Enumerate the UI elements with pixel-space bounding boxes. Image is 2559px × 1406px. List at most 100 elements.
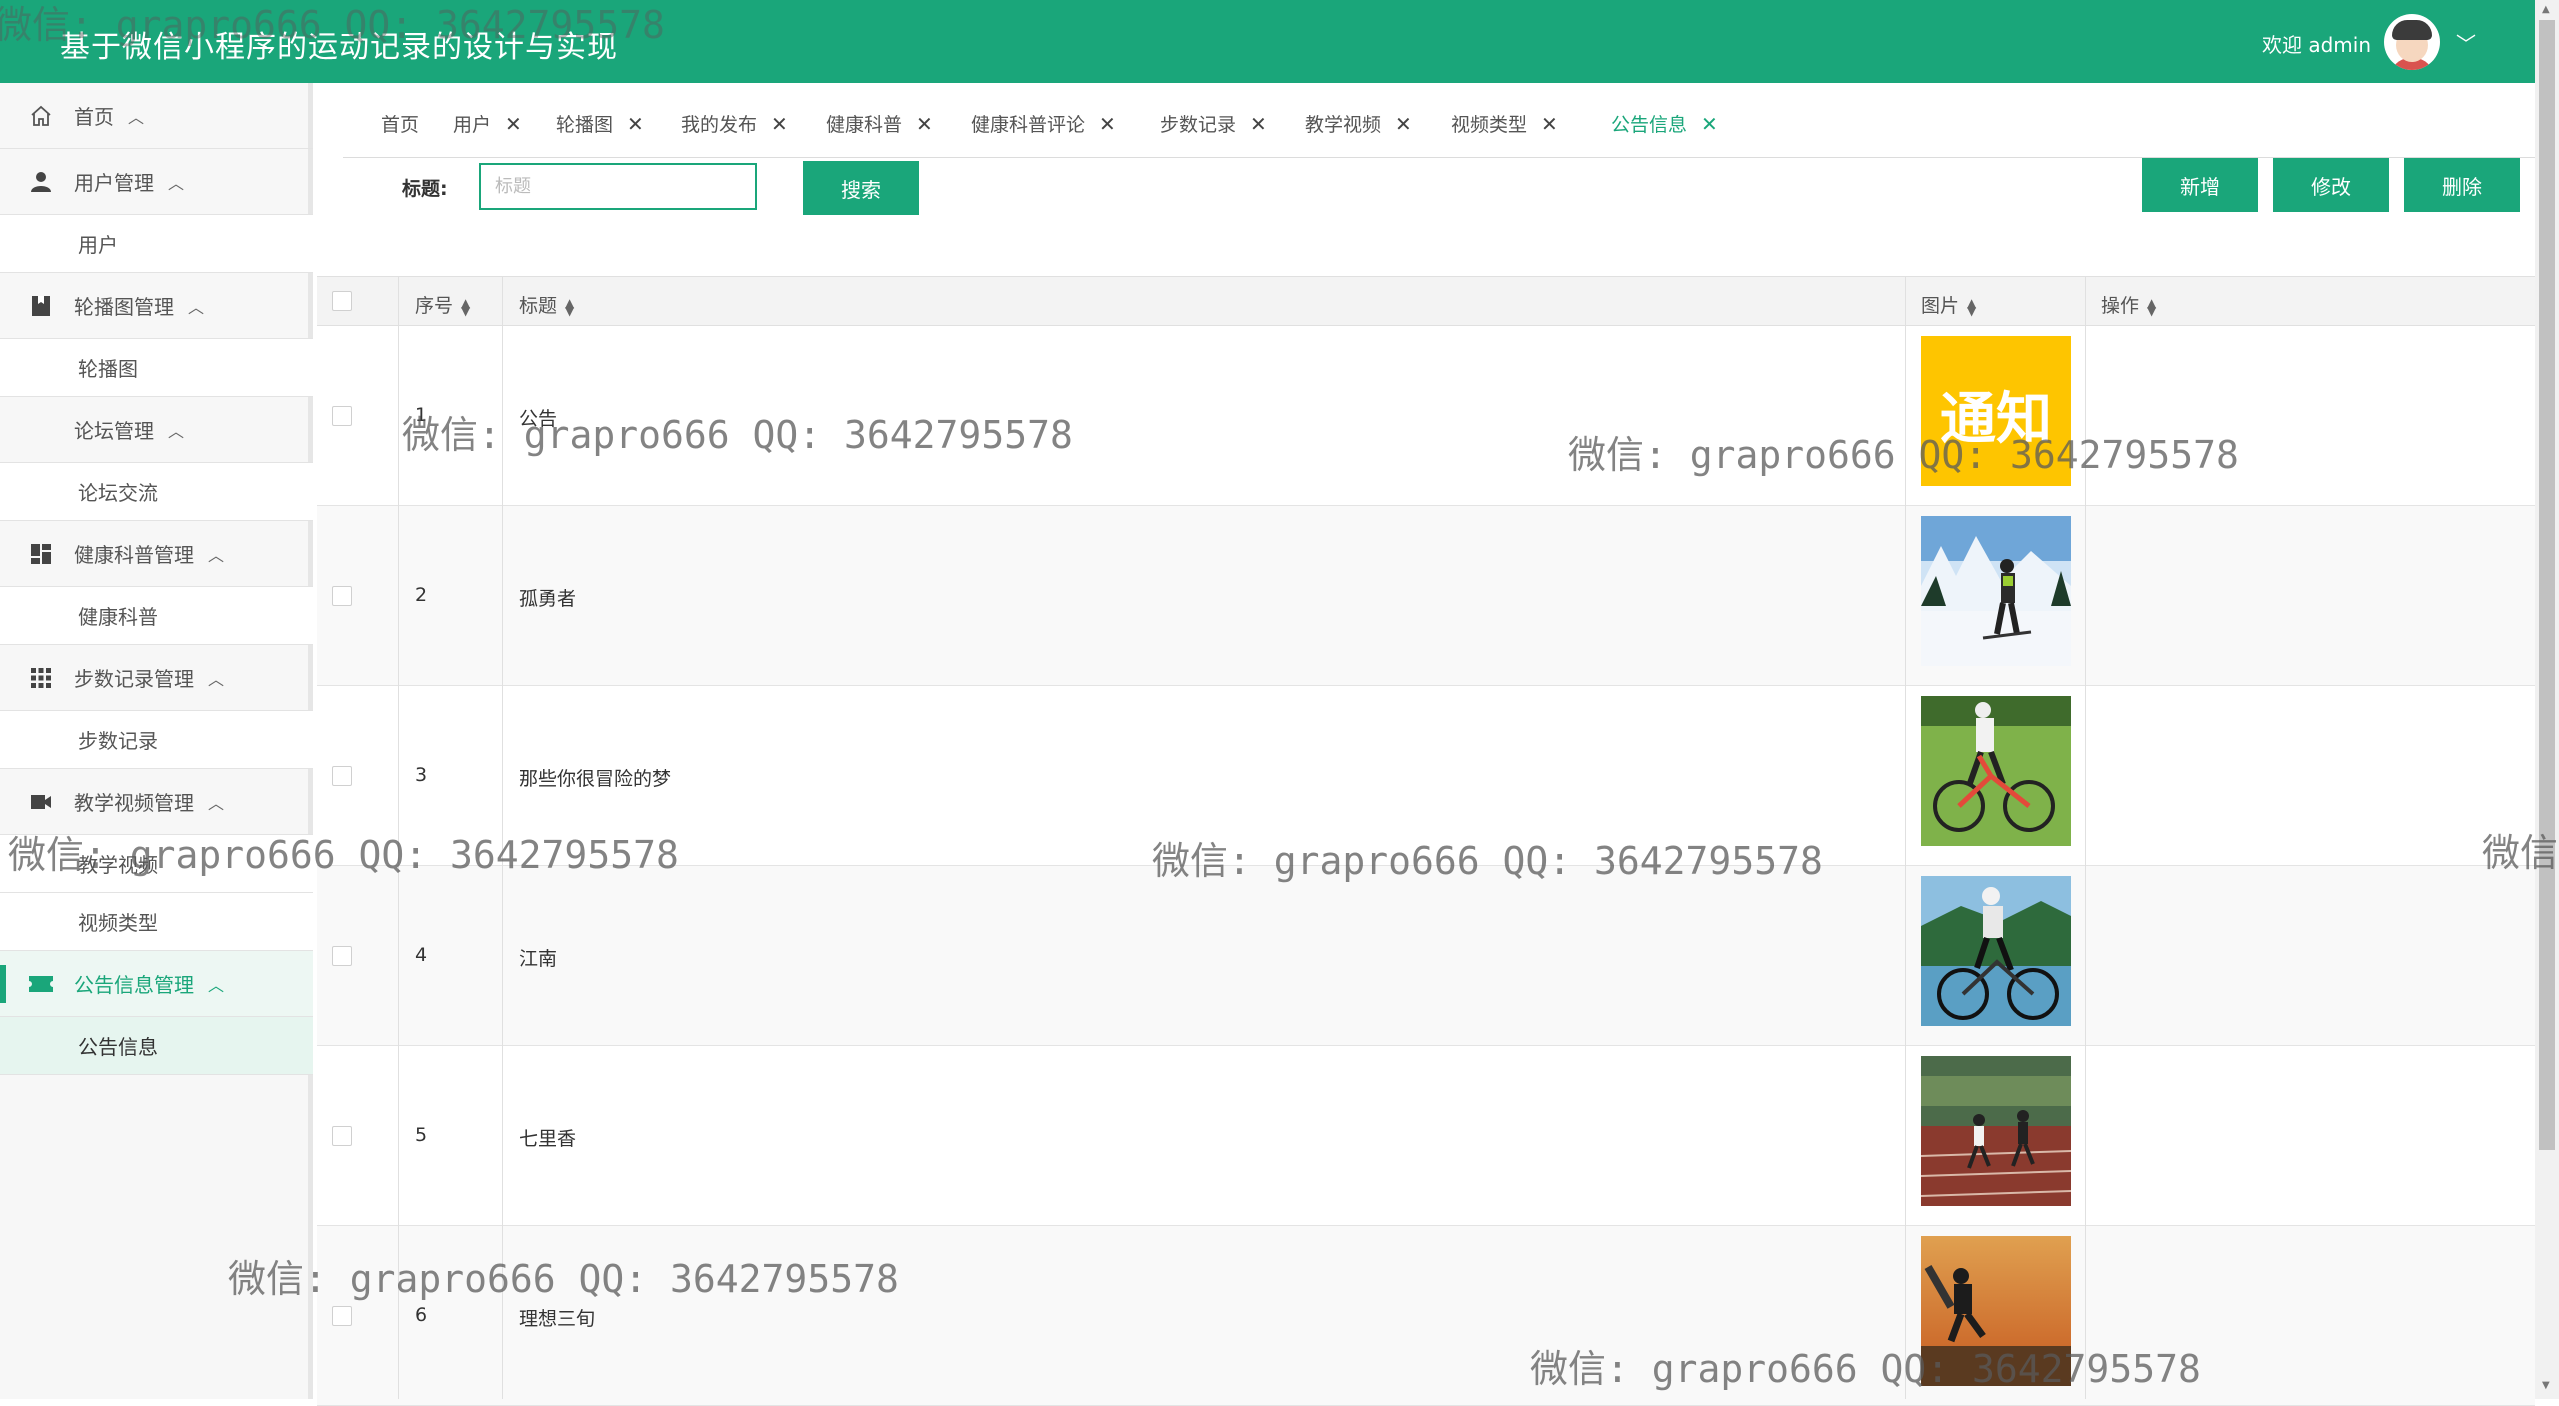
sidebar-item-carousel-management[interactable]: 轮播图管理 ︿ <box>0 273 313 339</box>
delete-button[interactable]: 删除 <box>2404 158 2520 212</box>
close-icon[interactable]: ✕ <box>1701 112 1718 136</box>
column-header-operation[interactable]: 操作 ▲ ▼ <box>2101 291 2156 318</box>
row-title: 理想三旬 <box>519 1308 596 1330</box>
close-icon[interactable]: ✕ <box>1541 112 1558 136</box>
table-row[interactable]: 3 那些你很冒险的梦 <box>317 686 2535 866</box>
row-checkbox[interactable] <box>332 586 352 606</box>
add-button[interactable]: 新增 <box>2142 158 2258 212</box>
close-icon[interactable]: ✕ <box>505 112 522 136</box>
row-checkbox[interactable] <box>332 406 352 426</box>
sidebar-subitem-teaching-video[interactable]: 教学视频 <box>0 835 313 893</box>
close-icon[interactable]: ✕ <box>1395 112 1412 136</box>
search-button[interactable]: 搜索 <box>803 161 919 215</box>
table-header: 序号 ▲ ▼ 标题 ▲ ▼ 图片 ▲ ▼ 操作 ▲ ▼ <box>317 276 2535 326</box>
road-bike-photo <box>1921 876 2071 1026</box>
close-icon[interactable]: ✕ <box>916 112 933 136</box>
tab-notice[interactable]: 公告信息 ✕ <box>1611 110 1718 137</box>
tab-my-posts[interactable]: 我的发布 ✕ <box>681 110 788 137</box>
row-checkbox[interactable] <box>332 766 352 786</box>
row-checkbox[interactable] <box>332 1126 352 1146</box>
sidebar-item-forum-management[interactable]: 论坛管理 ︿ <box>0 397 313 463</box>
search-label: 标题: <box>402 178 448 200</box>
image-text: 通知 <box>1940 385 2052 452</box>
chevron-down-icon[interactable]: ﹀ <box>2456 28 2476 57</box>
tab-health[interactable]: 健康科普 ✕ <box>826 110 933 137</box>
row-title: 公告 <box>519 408 558 430</box>
skiing-photo <box>1921 516 2071 666</box>
close-icon[interactable]: ✕ <box>1099 112 1116 136</box>
sidebar-item-label: 步数记录管理 <box>74 667 194 691</box>
table-row[interactable]: 1 公告 通知 <box>317 326 2535 506</box>
sort-icon[interactable]: ▲ ▼ <box>565 297 574 317</box>
chevron-up-icon: ︿ <box>128 107 145 127</box>
sort-icon[interactable]: ▲ ▼ <box>461 297 470 317</box>
app-title: 基于微信小程序的运动记录的设计与实现 <box>60 30 618 65</box>
top-header: 基于微信小程序的运动记录的设计与实现 欢迎 admin ﹀ <box>0 0 2535 83</box>
tab-home[interactable]: 首页 <box>381 110 419 137</box>
sidebar-item-label: 公告信息管理 <box>74 973 194 997</box>
sidebar-item-notice-management[interactable]: 公告信息管理 ︿ <box>0 951 313 1017</box>
close-icon[interactable]: ✕ <box>771 112 788 136</box>
chevron-up-icon: ︿ <box>188 297 205 317</box>
page-scrollbar[interactable]: ▲ ▼ <box>2535 0 2559 1399</box>
track-running-photo <box>1921 1056 2071 1206</box>
row-checkbox[interactable] <box>332 946 352 966</box>
skateboard-photo <box>1921 1236 2071 1386</box>
sidebar-subitem-notice[interactable]: 公告信息 <box>0 1017 313 1075</box>
column-header-image[interactable]: 图片 ▲ ▼ <box>1921 291 1976 318</box>
sidebar-subitem-users[interactable]: 用户 <box>0 215 313 273</box>
edit-button[interactable]: 修改 <box>2273 158 2389 212</box>
video-icon <box>28 789 54 815</box>
sort-icon[interactable]: ▲ ▼ <box>2147 297 2156 317</box>
row-index: 4 <box>415 944 428 966</box>
row-index: 2 <box>415 584 428 606</box>
sidebar-item-video-management[interactable]: 教学视频管理 ︿ <box>0 769 313 835</box>
tab-video-type[interactable]: 视频类型 ✕ <box>1451 110 1558 137</box>
sort-icon[interactable]: ▲ ▼ <box>1967 297 1976 317</box>
bookmark-icon <box>28 293 54 319</box>
column-header-index[interactable]: 序号 ▲ ▼ <box>415 291 470 318</box>
chevron-up-icon: ︿ <box>208 545 225 565</box>
sidebar-subitem-forum[interactable]: 论坛交流 <box>0 463 313 521</box>
sidebar: 首页 ︿ 用户管理 ︿ 用户 轮播图管理 ︿ 轮播图 论坛管理 ︿ 论坛交流 健… <box>0 83 313 1399</box>
tab-teaching-video[interactable]: 教学视频 ✕ <box>1305 110 1412 137</box>
table-row[interactable]: 5 七里香 <box>317 1046 2535 1226</box>
sidebar-item-steps-management[interactable]: 步数记录管理 ︿ <box>0 645 313 711</box>
close-icon[interactable]: ✕ <box>1250 112 1267 136</box>
tab-steps[interactable]: 步数记录 ✕ <box>1160 110 1267 137</box>
row-index: 1 <box>415 404 428 426</box>
sidebar-item-label: 教学视频管理 <box>74 791 194 815</box>
chevron-up-icon: ︿ <box>208 975 225 995</box>
tab-health-comments[interactable]: 健康科普评论 ✕ <box>971 110 1116 137</box>
row-title: 孤勇者 <box>519 588 577 610</box>
sidebar-item-label: 论坛管理 <box>74 419 154 443</box>
row-checkbox[interactable] <box>332 1306 352 1326</box>
table-row[interactable]: 4 江南 <box>317 866 2535 1046</box>
sidebar-item-label: 轮播图管理 <box>74 295 174 319</box>
table-row[interactable]: 6 理想三旬 <box>317 1226 2535 1406</box>
sidebar-item-label: 健康科普管理 <box>74 543 194 567</box>
sidebar-subitem-carousel[interactable]: 轮播图 <box>0 339 313 397</box>
tab-users[interactable]: 用户 ✕ <box>453 110 522 137</box>
sidebar-item-home[interactable]: 首页 ︿ <box>0 83 313 149</box>
table-row[interactable]: 2 孤勇者 <box>317 506 2535 686</box>
title-search-input[interactable] <box>479 163 757 210</box>
row-title: 江南 <box>519 948 558 970</box>
user-avatar[interactable] <box>2384 14 2440 70</box>
scrollbar-thumb[interactable] <box>2539 20 2555 1150</box>
sidebar-subitem-video-type[interactable]: 视频类型 <box>0 893 313 951</box>
column-header-title[interactable]: 标题 ▲ ▼ <box>519 291 574 318</box>
close-icon[interactable]: ✕ <box>627 112 644 136</box>
sidebar-subitem-health[interactable]: 健康科普 <box>0 587 313 645</box>
dashboard-icon <box>28 541 54 567</box>
sidebar-item-label: 首页 <box>74 105 114 129</box>
tab-bar: 首页 用户 ✕ 轮播图 ✕ 我的发布 ✕ 健康科普 ✕ 健康科普评论 ✕ 步数记录 ✕ 教学… <box>343 100 2535 158</box>
home-icon <box>28 103 54 129</box>
sidebar-item-health-management[interactable]: 健康科普管理 ︿ <box>0 521 313 587</box>
select-all-checkbox[interactable] <box>332 291 352 311</box>
row-title: 那些你很冒险的梦 <box>519 768 672 790</box>
chevron-up-icon: ︿ <box>168 173 185 193</box>
sidebar-item-user-management[interactable]: 用户管理 ︿ <box>0 149 313 215</box>
tab-carousel[interactable]: 轮播图 ✕ <box>556 110 644 137</box>
sidebar-subitem-steps[interactable]: 步数记录 <box>0 711 313 769</box>
